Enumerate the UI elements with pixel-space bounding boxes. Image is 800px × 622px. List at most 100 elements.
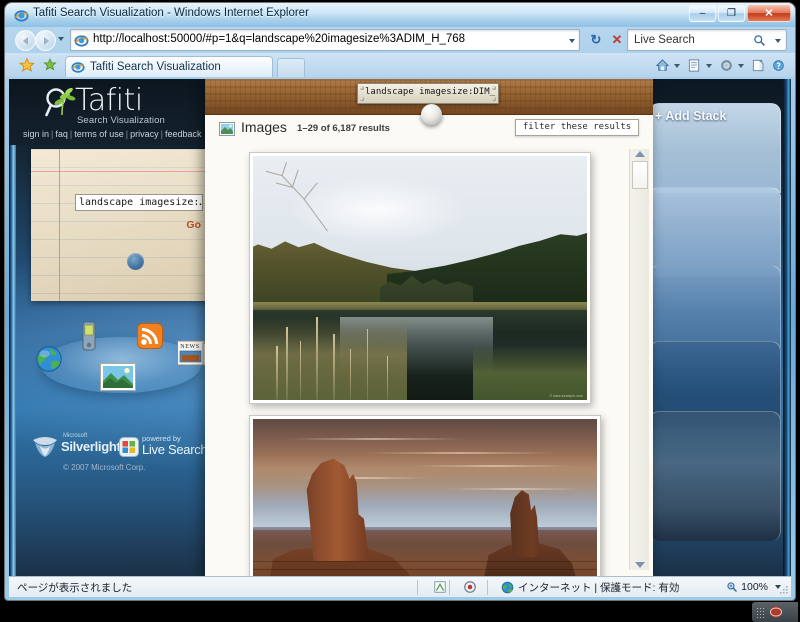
tab-title: Tafiti Search Visualization: [90, 60, 221, 73]
close-button[interactable]: ✕: [747, 5, 791, 22]
resize-grip-icon[interactable]: [779, 585, 789, 595]
taskbar-grip-icon: [756, 606, 766, 618]
back-button[interactable]: [15, 30, 36, 51]
zoom-control[interactable]: 100%: [726, 581, 781, 593]
maximize-button[interactable]: ❐: [718, 5, 745, 22]
internet-explorer-icon: [14, 10, 29, 22]
help-icon[interactable]: [770, 57, 787, 74]
globe-icon[interactable]: [35, 345, 63, 373]
tools-icon[interactable]: [718, 57, 735, 74]
favorites-star-icon[interactable]: [19, 57, 35, 73]
result-photo-lake-forest-landscape[interactable]: © www.example.com: [249, 152, 591, 404]
nav-link-feedback[interactable]: feedback: [165, 129, 202, 139]
home-dropdown-icon[interactable]: [674, 63, 680, 68]
tafiti-silverlight-app: Tafiti Search Visualization sign in | faq |…: [9, 79, 791, 576]
nav-link-privacy[interactable]: privacy: [130, 129, 159, 139]
feeds-dropdown-icon[interactable]: [706, 63, 712, 68]
nav-separator: |: [125, 129, 129, 139]
security-zone-label: インターネット | 保護モード: 有効: [518, 581, 680, 594]
nameplate-query-text: landscape imagesize:DIM_H_768: [365, 87, 495, 97]
home-icon[interactable]: [654, 57, 671, 74]
stack-card-5[interactable]: [649, 411, 781, 541]
search-type-carousel: NEWS: [17, 307, 232, 407]
browser-tab-active[interactable]: Tafiti Search Visualization: [65, 56, 273, 77]
search-box[interactable]: Live Search: [627, 29, 787, 51]
tools-dropdown-icon[interactable]: [738, 63, 744, 68]
stack-card-2[interactable]: [649, 187, 781, 277]
tafiti-brand: Tafiti: [75, 83, 143, 118]
results-pane: landscape imagesize:DIM_H_768 Images 1–2…: [205, 79, 653, 576]
status-bar: ページが表示されました インターネット | 保護モード: 有効 100%: [9, 576, 791, 597]
refresh-button[interactable]: ↻: [587, 31, 605, 49]
command-toolbar: [654, 57, 787, 74]
desktop-background: Tafiti Search Visualization - Windows In…: [0, 0, 800, 622]
feeds-icon[interactable]: [686, 57, 703, 74]
results-count: 1–29 of 6,187 results: [297, 123, 390, 134]
svg-text:NEWS: NEWS: [180, 344, 199, 350]
screw-icon: [492, 97, 496, 101]
nav-separator: |: [160, 129, 163, 139]
internet-explorer-window: Tafiti Search Visualization - Windows In…: [5, 3, 795, 600]
rss-feed-icon[interactable]: [137, 323, 163, 349]
left-panel-edge: [9, 79, 16, 576]
search-provider-dropdown-icon[interactable]: [775, 39, 781, 43]
app-right-edge: [783, 79, 791, 576]
nav-link-faq[interactable]: faq: [55, 129, 68, 139]
tafiti-nav-links: sign in | faq | terms of use | privacy | feedbac…: [23, 129, 201, 139]
search-query-input[interactable]: landscape imagesize:…: [75, 194, 203, 211]
security-zone-indicator[interactable]: インターネット | 保護モード: 有効: [501, 580, 679, 595]
recent-pages-dropdown-icon[interactable]: [58, 37, 64, 41]
nav-link-sign-in[interactable]: sign in: [23, 129, 49, 139]
scrollbar-thumb[interactable]: [632, 161, 648, 189]
reeds-right-layer: [473, 346, 587, 400]
tab-bar: Tafiti Search Visualization: [5, 53, 795, 77]
search-icon: [754, 35, 765, 46]
minimize-button[interactable]: –: [689, 5, 716, 22]
results-scroll-area: © www.example.com: [205, 145, 653, 576]
images-icon[interactable]: [100, 363, 136, 391]
technology-footer: Microsoft Silverlight powered by Live Se…: [31, 431, 221, 481]
new-tab-button[interactable]: [277, 58, 305, 77]
zoom-level-label: 100%: [741, 581, 768, 593]
print-icon[interactable]: [750, 57, 767, 74]
security-indicator-icon[interactable]: [429, 580, 451, 595]
address-url-text: http://localhost:50000/#p=1&q=landscape%…: [93, 33, 466, 45]
tafiti-logo-icon: [45, 87, 76, 117]
scroll-down-arrow[interactable]: [634, 562, 645, 568]
forward-button[interactable]: [35, 30, 56, 51]
nav-separator: |: [69, 129, 73, 139]
stop-button[interactable]: ✕: [608, 31, 626, 49]
notepad-toggle-knob[interactable]: [127, 253, 144, 270]
live-search-label: Live Search: [142, 442, 208, 457]
screw-icon: [360, 86, 364, 90]
results-scrollbar[interactable]: [629, 149, 649, 570]
phishing-filter-icon[interactable]: [459, 580, 481, 595]
add-to-favorites-icon[interactable]: [41, 57, 57, 73]
silverlight-logo-icon: [33, 437, 57, 457]
search-input-value: Live Search: [634, 33, 695, 46]
tafiti-header: Tafiti Search Visualization sign in | faq |…: [9, 79, 237, 145]
stacks-panel: + Add Stack: [649, 79, 791, 576]
silverlight-label: Silverlight: [61, 439, 121, 454]
zoom-magnifier-icon: [727, 582, 738, 593]
result-photo-monument-valley-landscape[interactable]: [249, 415, 601, 576]
taskbar-app-icon[interactable]: [769, 605, 783, 619]
page-viewport: Tafiti Search Visualization sign in | faq |…: [9, 79, 791, 576]
internet-zone-globe-icon: [501, 581, 514, 593]
address-dropdown-icon[interactable]: [569, 39, 575, 43]
mobile-phone-icon[interactable]: [81, 321, 97, 351]
add-stack-button[interactable]: + Add Stack: [655, 109, 726, 123]
taskbar-item[interactable]: [752, 602, 798, 622]
query-nameplate: landscape imagesize:DIM_H_768: [357, 83, 499, 104]
scroll-up-arrow[interactable]: [634, 151, 645, 157]
tafiti-tagline: Search Visualization: [77, 115, 165, 126]
go-button[interactable]: Go: [186, 219, 201, 231]
page-favicon-icon: [74, 35, 89, 47]
address-bar-row: http://localhost:50000/#p=1&q=landscape%…: [5, 27, 795, 53]
filter-results-button[interactable]: filter these results: [515, 119, 639, 136]
nav-link-terms-of-use[interactable]: terms of use: [74, 129, 124, 139]
image-thumbnail-icon: [219, 122, 235, 136]
taskbar: [0, 600, 800, 622]
status-message: ページが表示されました: [17, 581, 133, 594]
address-input[interactable]: http://localhost:50000/#p=1&q=landscape%…: [70, 29, 580, 51]
